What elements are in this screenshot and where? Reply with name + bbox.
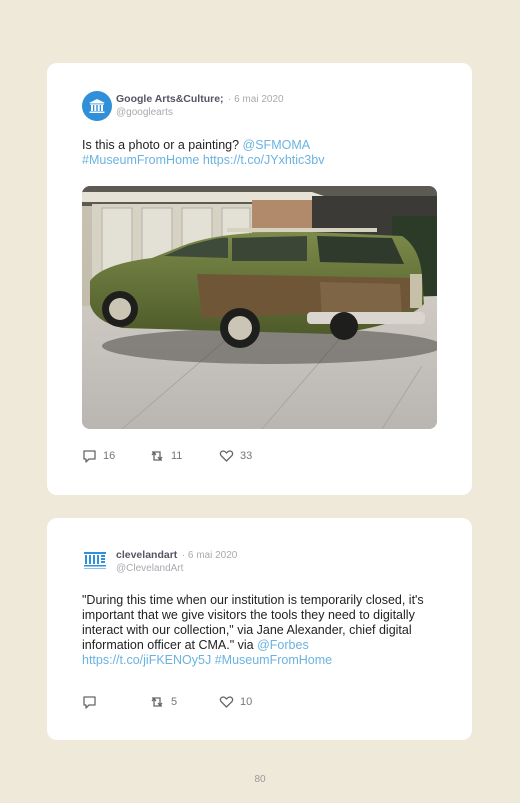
hashtag-link[interactable]: #MuseumFromHome	[82, 153, 199, 167]
retweet-icon	[151, 697, 163, 707]
mention-link[interactable]: @SFMOMA	[243, 138, 311, 152]
retweet-button[interactable]: 11	[149, 449, 219, 463]
retweet-count: 5	[171, 696, 178, 708]
retweet-icon	[151, 451, 163, 461]
tweet-body: Is this a photo or a painting?	[82, 138, 243, 152]
reply-button[interactable]: 16	[82, 449, 149, 463]
tweet-meta: clevelandart · 6 mai 2020 @ClevelandArt	[116, 547, 237, 575]
hashtag-link[interactable]: #MuseumFromHome	[215, 653, 332, 667]
tweet-actions: 16 11 33	[82, 449, 252, 463]
account-name[interactable]: clevelandart	[116, 549, 177, 561]
mention-link[interactable]: @Forbes	[257, 638, 309, 652]
like-count: 33	[240, 450, 253, 462]
heart-icon	[219, 450, 234, 462]
heart-icon	[219, 696, 234, 708]
account-handle[interactable]: @googlearts	[116, 106, 284, 119]
tweet-body: "During this time when our institution i…	[82, 593, 424, 652]
reply-icon	[83, 696, 96, 709]
retweet-button[interactable]: 5	[149, 695, 219, 709]
account-handle[interactable]: @ClevelandArt	[116, 562, 237, 575]
reply-count: 16	[103, 450, 116, 462]
tweet-photo[interactable]	[82, 186, 437, 429]
url-link[interactable]: https://t.co/JYxhtic3bv	[203, 153, 325, 167]
url-link[interactable]: https://t.co/jiFKENOy5J	[82, 653, 211, 667]
tweet-card-clevelandart: clevelandart · 6 mai 2020 @ClevelandArt …	[47, 518, 472, 740]
tweet-text: Is this a photo or a painting? @SFMOMA #…	[82, 138, 437, 168]
tweet-card-googlearts: Google Arts&Culture; · 6 mai 2020 @googl…	[47, 63, 472, 495]
tweet-meta: Google Arts&Culture; · 6 mai 2020 @googl…	[116, 91, 284, 119]
cleveland-museum-logo-icon[interactable]	[82, 547, 108, 573]
page-number: 80	[254, 774, 266, 785]
tweet-text: "During this time when our institution i…	[82, 593, 437, 668]
like-button[interactable]: 33	[219, 449, 252, 463]
reply-icon	[83, 450, 96, 463]
tweet-date[interactable]: · 6 mai 2020	[228, 94, 284, 105]
tweet-header: Google Arts&Culture; · 6 mai 2020 @googl…	[82, 91, 284, 121]
tweet-header: clevelandart · 6 mai 2020 @ClevelandArt	[82, 547, 237, 575]
like-button[interactable]: 10	[219, 695, 252, 709]
reply-button[interactable]	[82, 695, 149, 709]
account-name[interactable]: Google Arts&Culture;	[116, 93, 224, 105]
tweet-date[interactable]: · 6 mai 2020	[182, 550, 238, 561]
retweet-count: 11	[171, 450, 183, 462]
museum-icon[interactable]	[82, 91, 112, 121]
like-count: 10	[240, 696, 253, 708]
tweet-actions: 5 10	[82, 695, 252, 709]
